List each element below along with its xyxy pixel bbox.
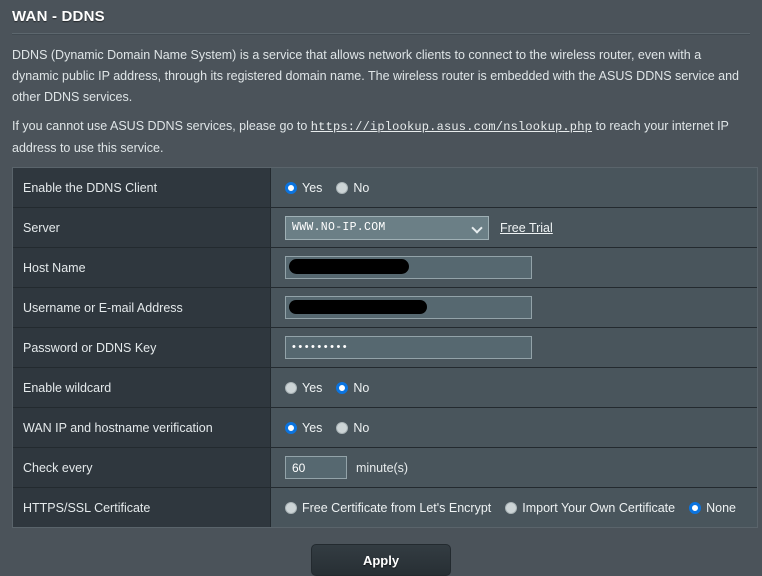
username-input[interactable]	[285, 296, 532, 319]
password-masked-value: •••••••••	[292, 341, 350, 353]
table-row: WAN IP and hostname verification Yes No	[13, 408, 757, 448]
verification-option-yes[interactable]: Yes	[285, 421, 322, 435]
check-every-input[interactable]: 60	[285, 456, 347, 479]
verification-option-no[interactable]: No	[336, 421, 369, 435]
enable-client-option-yes[interactable]: Yes	[285, 181, 322, 195]
row-label-enable-client: Enable the DDNS Client	[13, 168, 271, 207]
https-cert-option-lets-encrypt-label: Free Certificate from Let's Encrypt	[302, 500, 492, 515]
radio-icon-checked[interactable]	[285, 181, 297, 194]
https-cert-option-lets-encrypt[interactable]: Free Certificate from Let's Encrypt	[285, 501, 491, 515]
host-name-input[interactable]	[285, 256, 532, 279]
radio-icon-checked[interactable]	[689, 501, 702, 514]
table-row: Password or DDNS Key •••••••••	[13, 328, 757, 368]
table-row: Check every 60 minute(s)	[13, 448, 757, 488]
table-row: Enable the DDNS Client Yes No	[13, 168, 757, 208]
ddns-settings-table: Enable the DDNS Client Yes No Server WWW…	[12, 167, 758, 528]
apply-button-container: Apply	[0, 528, 762, 576]
table-row: Enable wildcard Yes No	[13, 368, 757, 408]
verification-radio-group: Yes No	[285, 421, 369, 435]
radio-icon-checked[interactable]	[336, 381, 349, 394]
table-row: Username or E-mail Address	[13, 288, 757, 328]
https-cert-radio-group: Free Certificate from Let's Encrypt Impo…	[285, 501, 736, 515]
row-value-check-every: 60 minute(s)	[271, 448, 757, 487]
page-title: WAN - DDNS	[12, 8, 105, 25]
https-cert-option-none-label: None	[706, 500, 737, 515]
enable-client-radio-group: Yes No	[285, 181, 369, 195]
redaction-overlay	[289, 259, 409, 274]
radio-icon-checked[interactable]	[285, 421, 297, 434]
description-block: DDNS (Dynamic Domain Name System) is a s…	[0, 35, 762, 159]
row-value-host-name	[271, 248, 757, 287]
description-text-before-link: If you cannot use ASUS DDNS services, pl…	[12, 119, 311, 133]
wildcard-option-yes[interactable]: Yes	[285, 381, 322, 395]
password-input[interactable]: •••••••••	[285, 336, 532, 359]
radio-icon-unchecked[interactable]	[285, 381, 297, 394]
row-label-password: Password or DDNS Key	[13, 328, 271, 367]
enable-client-option-yes-label: Yes	[302, 180, 323, 195]
enable-client-option-no[interactable]: No	[336, 181, 369, 195]
row-value-password: •••••••••	[271, 328, 757, 367]
check-every-unit-label: minute(s)	[356, 460, 409, 475]
row-label-server: Server	[13, 208, 271, 247]
row-label-wildcard: Enable wildcard	[13, 368, 271, 407]
row-value-wildcard: Yes No	[271, 368, 757, 407]
https-cert-option-import[interactable]: Import Your Own Certificate	[505, 501, 675, 515]
redaction-overlay	[289, 300, 427, 314]
description-paragraph-2: If you cannot use ASUS DDNS services, pl…	[12, 116, 748, 159]
https-cert-option-import-label: Import Your Own Certificate	[522, 500, 676, 515]
row-value-server: WWW.NO-IP.COM Free Trial	[271, 208, 757, 247]
enable-client-option-no-label: No	[353, 180, 370, 195]
row-label-username: Username or E-mail Address	[13, 288, 271, 327]
wildcard-radio-group: Yes No	[285, 381, 369, 395]
row-value-enable-client: Yes No	[271, 168, 757, 207]
apply-button[interactable]: Apply	[311, 544, 451, 576]
row-label-check-every: Check every	[13, 448, 271, 487]
radio-icon-unchecked[interactable]	[336, 421, 349, 434]
verification-option-no-label: No	[353, 420, 370, 435]
row-value-https-cert: Free Certificate from Let's Encrypt Impo…	[271, 488, 757, 527]
description-paragraph-1: DDNS (Dynamic Domain Name System) is a s…	[12, 48, 739, 104]
free-trial-link[interactable]: Free Trial	[500, 221, 553, 235]
row-label-https-cert: HTTPS/SSL Certificate	[13, 488, 271, 527]
chevron-down-icon[interactable]	[473, 223, 482, 232]
radio-icon-unchecked[interactable]	[336, 181, 349, 194]
row-label-verification: WAN IP and hostname verification	[13, 408, 271, 447]
verification-option-yes-label: Yes	[302, 420, 323, 435]
wildcard-option-no-label: No	[353, 380, 370, 395]
row-value-verification: Yes No	[271, 408, 757, 447]
https-cert-option-none[interactable]: None	[689, 501, 736, 515]
table-row: Host Name	[13, 248, 757, 288]
table-row: Server WWW.NO-IP.COM Free Trial	[13, 208, 757, 248]
radio-icon-unchecked[interactable]	[505, 501, 518, 514]
server-select[interactable]: WWW.NO-IP.COM	[285, 215, 489, 240]
server-select-value: WWW.NO-IP.COM	[292, 221, 386, 234]
table-row: HTTPS/SSL Certificate Free Certificate f…	[13, 488, 757, 528]
wildcard-option-no[interactable]: No	[336, 381, 369, 395]
wildcard-option-yes-label: Yes	[302, 380, 323, 395]
row-label-host-name: Host Name	[13, 248, 271, 287]
row-value-username	[271, 288, 757, 327]
iplookup-link[interactable]: https://iplookup.asus.com/nslookup.php	[311, 120, 592, 134]
radio-icon-unchecked[interactable]	[285, 501, 297, 514]
